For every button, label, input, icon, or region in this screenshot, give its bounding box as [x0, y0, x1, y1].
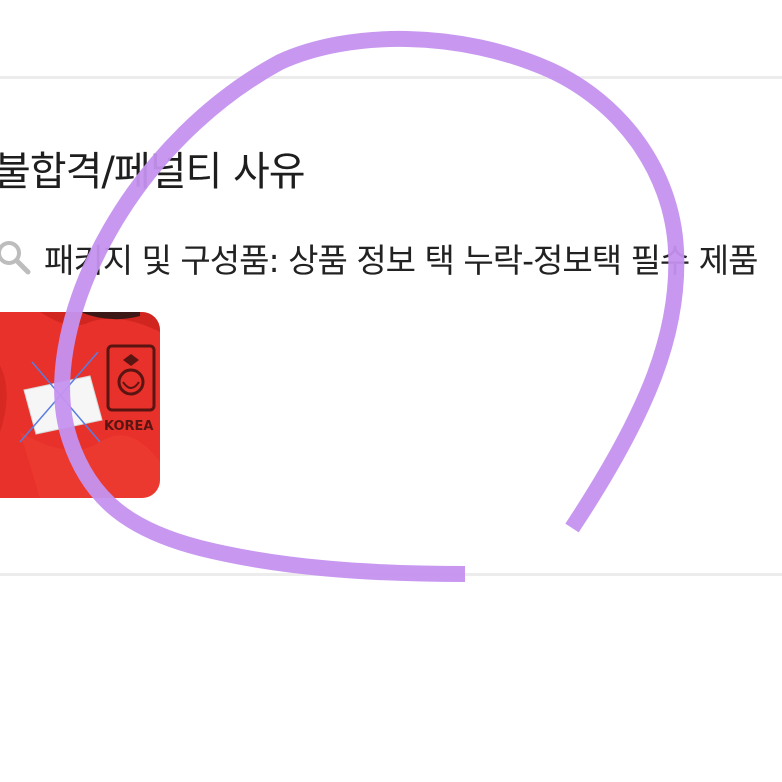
- section-title: 불합격/페널티 사유: [0, 149, 306, 195]
- section-divider-bottom: [0, 573, 782, 576]
- penalty-reason-text: 패키지 및 구성품: 상품 정보 택 누락-정보택 필수 제품: [44, 241, 759, 280]
- penalty-reason-row: 패키지 및 구성품: 상품 정보 택 누락-정보택 필수 제품: [0, 236, 759, 280]
- evidence-photo-thumbnail[interactable]: KOREA: [0, 312, 160, 498]
- penalty-detail-screen: 불합격/페널티 사유 패키지 및 구성품: 상품 정보 택 누락-정보택 필수 …: [0, 0, 782, 782]
- section-divider-top: [0, 76, 782, 79]
- search-icon: [0, 236, 36, 280]
- jersey-korea-text: KOREA: [104, 419, 154, 434]
